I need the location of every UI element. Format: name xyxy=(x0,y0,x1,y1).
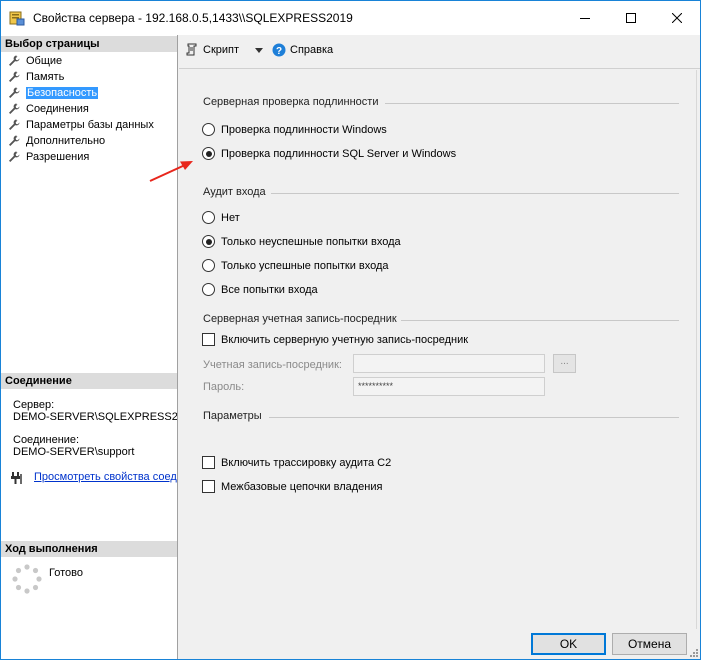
progress-header: Ход выполнения xyxy=(1,541,177,557)
radio-button[interactable] xyxy=(202,123,215,136)
radio-label: Только успешные попытки входа xyxy=(221,259,389,272)
checkbox-c2-audit[interactable]: Включить трассировку аудита C2 xyxy=(202,456,391,469)
proxy-group-divider xyxy=(401,320,679,321)
close-button[interactable] xyxy=(654,1,700,35)
wrench-icon xyxy=(9,87,20,98)
page-item-label: Безопасность xyxy=(26,86,99,99)
radio-audit-successful[interactable]: Только успешные попытки входа xyxy=(202,259,389,272)
proxy-account-field[interactable] xyxy=(353,354,545,373)
params-group-divider xyxy=(269,417,679,418)
checkbox-cross-db-chaining[interactable]: Межбазовые цепочки владения xyxy=(202,480,382,493)
script-dropdown-button[interactable] xyxy=(255,48,267,53)
script-button[interactable]: Скрипт xyxy=(185,43,239,57)
radio-button[interactable] xyxy=(202,147,215,160)
toolbar: Скрипт ? Справка xyxy=(179,35,700,69)
script-label: Скрипт xyxy=(203,44,240,56)
connection-properties-icon xyxy=(11,472,22,484)
password-field[interactable]: ********** xyxy=(353,377,545,396)
server-properties-window: Свойства сервера - 192.168.0.5,1433\\SQL… xyxy=(0,0,701,660)
audit-group-header: Аудит входа xyxy=(203,186,266,198)
wrench-icon xyxy=(9,151,20,162)
view-connection-properties-link[interactable]: Просмотреть свойства соед xyxy=(34,471,177,483)
password-label: Пароль: xyxy=(203,381,245,393)
params-group-header: Параметры xyxy=(203,410,262,422)
checkbox-label: Межбазовые цепочки владения xyxy=(221,480,383,493)
page-item-memory[interactable]: Память xyxy=(7,69,64,84)
checkbox-label: Включить трассировку аудита C2 xyxy=(221,456,392,469)
minimize-button[interactable] xyxy=(562,1,608,35)
page-item-label: Соединения xyxy=(26,102,89,115)
page-item-label: Память xyxy=(26,70,65,83)
wrench-icon xyxy=(9,119,20,130)
proxy-group-header: Серверная учетная запись-посредник xyxy=(203,313,397,325)
dialog-footer: OK Отмена xyxy=(179,629,700,659)
window-title: Свойства сервера - 192.168.0.5,1433\\SQL… xyxy=(33,11,353,25)
resize-grip-icon[interactable] xyxy=(688,647,698,657)
auth-group-header: Серверная проверка подлинности xyxy=(203,96,379,108)
close-icon xyxy=(672,13,682,23)
page-item-label: Дополнительно xyxy=(26,134,106,147)
checkbox[interactable] xyxy=(202,456,215,469)
ok-button[interactable]: OK xyxy=(531,633,606,655)
radio-label: Все попытки входа xyxy=(221,283,318,296)
radio-audit-all[interactable]: Все попытки входа xyxy=(202,283,318,296)
radio-button[interactable] xyxy=(202,283,215,296)
spinner-icon xyxy=(12,564,42,594)
audit-group-divider xyxy=(271,193,679,194)
auth-group-divider xyxy=(385,103,679,104)
wrench-icon xyxy=(9,135,20,146)
server-app-icon xyxy=(9,11,25,26)
proxy-account-label: Учетная запись-посредник: xyxy=(203,359,342,371)
page-item-label: Разрешения xyxy=(26,150,90,163)
security-page-content: Серверная проверка подлинности Проверка … xyxy=(179,70,697,629)
radio-button[interactable] xyxy=(202,235,215,248)
script-icon xyxy=(186,43,197,56)
wrench-icon xyxy=(9,103,20,114)
left-pane: Выбор страницы Общие Память Безопасность… xyxy=(1,35,178,659)
radio-label: Проверка подлинности SQL Server и Window… xyxy=(221,147,457,160)
page-item-security[interactable]: Безопасность xyxy=(7,85,99,100)
title-bar: Свойства сервера - 192.168.0.5,1433\\SQL… xyxy=(1,1,700,35)
radio-audit-failed[interactable]: Только неуспешные попытки входа xyxy=(202,235,401,248)
server-value: DEMO-SERVER\SQLEXPRESS20 xyxy=(13,411,177,423)
checkbox[interactable] xyxy=(202,480,215,493)
browse-button[interactable]: ... xyxy=(553,354,576,373)
radio-label: Только неуспешные попытки входа xyxy=(221,235,401,248)
wrench-icon xyxy=(9,71,20,82)
page-item-permissions[interactable]: Разрешения xyxy=(7,149,89,164)
page-item-database-settings[interactable]: Параметры базы данных xyxy=(7,117,154,132)
radio-button[interactable] xyxy=(202,259,215,272)
page-item-advanced[interactable]: Дополнительно xyxy=(7,133,105,148)
maximize-icon xyxy=(626,13,636,23)
radio-label: Проверка подлинности Windows xyxy=(221,123,387,136)
wrench-icon xyxy=(9,55,20,66)
pages-header: Выбор страницы xyxy=(1,36,177,52)
checkbox-label: Включить серверную учетную запись-посред… xyxy=(221,333,469,346)
checkbox[interactable] xyxy=(202,333,215,346)
connection-value: DEMO-SERVER\support xyxy=(13,446,135,458)
help-icon: ? xyxy=(272,43,286,57)
radio-sql-windows-auth[interactable]: Проверка подлинности SQL Server и Window… xyxy=(202,147,456,160)
page-item-general[interactable]: Общие xyxy=(7,53,62,68)
cancel-button[interactable]: Отмена xyxy=(612,633,687,655)
svg-text:?: ? xyxy=(276,46,282,57)
page-item-label: Общие xyxy=(26,54,63,67)
radio-windows-auth[interactable]: Проверка подлинности Windows xyxy=(202,123,387,136)
connection-header: Соединение xyxy=(1,373,177,389)
radio-audit-none[interactable]: Нет xyxy=(202,211,240,224)
page-item-connections[interactable]: Соединения xyxy=(7,101,89,116)
progress-status: Готово xyxy=(49,567,83,579)
radio-label: Нет xyxy=(221,211,240,224)
radio-button[interactable] xyxy=(202,211,215,224)
help-label: Справка xyxy=(290,44,334,56)
maximize-button[interactable] xyxy=(608,1,654,35)
help-button[interactable]: ? Справка xyxy=(272,43,333,57)
annotation-arrow-icon xyxy=(149,161,193,182)
minimize-icon xyxy=(580,18,590,19)
checkbox-enable-proxy[interactable]: Включить серверную учетную запись-посред… xyxy=(202,333,468,346)
chevron-down-icon xyxy=(255,48,263,53)
page-item-label: Параметры базы данных xyxy=(26,118,154,131)
